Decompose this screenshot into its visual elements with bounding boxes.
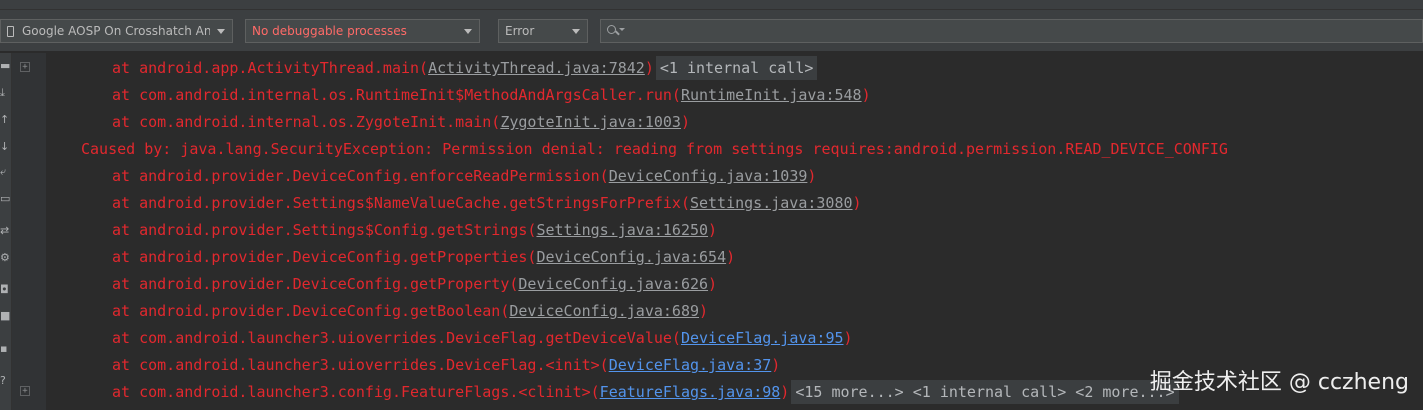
folded-calls-chip[interactable]: <1 internal call> [655, 56, 818, 80]
log-line-text: at android.provider.DeviceConfig.getBool… [112, 302, 510, 320]
log-line: at android.app.ActivityThread.main(Activ… [112, 55, 818, 82]
up-arrow-icon[interactable]: ↑ [0, 114, 10, 126]
log-line-text: ) [780, 383, 790, 401]
side-toolbar: ▬ ⤓ ↑ ↓ ⤶ ▭ ⇄ ⚙ ◘ ■ ▪ ? [0, 53, 12, 410]
log-line-text: at com.android.launcher3.uioverrides.Dev… [112, 356, 609, 374]
source-link[interactable]: DeviceConfig.java:654 [536, 248, 726, 266]
device-selector-label: Google AOSP On Crosshatch An [22, 24, 210, 38]
log-line: at android.provider.DeviceConfig.enforce… [112, 163, 816, 190]
log-line-text: Caused by: java.lang.SecurityException: … [81, 140, 1228, 158]
print-icon[interactable]: ▭ [0, 193, 10, 205]
log-line: at android.provider.Settings$Config.getS… [112, 217, 717, 244]
log-line-text: ) [852, 194, 862, 212]
log-line-text: ) [771, 356, 781, 374]
expand-fold-icon[interactable]: + [20, 62, 30, 72]
restart-icon[interactable]: ⇄ [0, 225, 10, 237]
log-line: at com.android.internal.os.RuntimeInit$M… [112, 82, 871, 109]
log-line: at android.provider.DeviceConfig.getProp… [112, 244, 735, 271]
log-line-caused-by: Caused by: java.lang.SecurityException: … [81, 136, 1228, 163]
log-line: at android.provider.DeviceConfig.getBool… [112, 298, 708, 325]
source-link[interactable]: DeviceFlag.java:37 [609, 356, 772, 374]
trash-icon[interactable]: ▬ [0, 60, 10, 72]
source-link[interactable]: ActivityThread.java:7842 [428, 59, 645, 77]
source-link[interactable]: DeviceConfig.java:626 [518, 275, 708, 293]
log-line-text: at android.provider.DeviceConfig.getProp… [112, 275, 519, 293]
log-line-text: ) [644, 59, 654, 77]
phone-icon [7, 25, 14, 37]
log-line-text: at com.android.launcher3.config.FeatureF… [112, 383, 600, 401]
log-line-text: ) [807, 167, 817, 185]
expand-fold-icon[interactable]: + [20, 386, 30, 396]
scroll-to-end-icon[interactable]: ⤓ [0, 87, 10, 99]
log-line-text: ) [680, 113, 690, 131]
screen-record-icon[interactable]: ■ [0, 310, 10, 322]
log-line-text: at com.android.launcher3.uioverrides.Dev… [112, 329, 681, 347]
chevron-down-icon [457, 20, 479, 42]
source-link[interactable]: Settings.java:3080 [690, 194, 853, 212]
help-icon[interactable]: ? [0, 375, 10, 387]
log-line: at android.provider.DeviceConfig.getProp… [112, 271, 717, 298]
log-line-text: at android.provider.Settings$Config.getS… [112, 221, 537, 239]
log-line: at com.android.launcher3.uioverrides.Dev… [112, 325, 853, 352]
log-line: at com.android.internal.os.ZygoteInit.ma… [112, 109, 690, 136]
log-line-text: ) [726, 248, 736, 266]
source-link[interactable]: ZygoteInit.java:1003 [500, 113, 681, 131]
settings-icon[interactable]: ⚙ [0, 252, 10, 264]
stop-icon[interactable]: ▪ [0, 343, 10, 355]
log-line-text: at android.app.ActivityThread.main( [112, 59, 429, 77]
gutter: + + [12, 53, 46, 410]
process-selector[interactable]: No debuggable processes [245, 19, 480, 43]
down-arrow-icon[interactable]: ↓ [0, 141, 10, 153]
log-line: at com.android.launcher3.config.FeatureF… [112, 379, 1179, 406]
screenshot-icon[interactable]: ◘ [0, 284, 10, 296]
log-line-text: at android.provider.Settings$NameValueCa… [112, 194, 690, 212]
log-output: at android.app.ActivityThread.main(Activ… [46, 53, 1423, 410]
folded-calls-chip[interactable]: <15 more...> <1 internal call> <2 more..… [791, 380, 1179, 404]
source-link[interactable]: FeatureFlags.java:98 [600, 383, 781, 401]
log-line-text: at com.android.internal.os.RuntimeInit$M… [112, 86, 681, 104]
log-line-text: at android.provider.DeviceConfig.getProp… [112, 248, 537, 266]
soft-wrap-icon[interactable]: ⤶ [0, 166, 10, 178]
logcat-window: Google AOSP On Crosshatch An No debuggab… [0, 0, 1423, 410]
log-line-text: ) [699, 302, 709, 320]
log-line-text: at com.android.internal.os.ZygoteInit.ma… [112, 113, 501, 131]
source-link[interactable]: DeviceConfig.java:1039 [609, 167, 808, 185]
source-link[interactable]: Settings.java:16250 [536, 221, 708, 239]
log-line-text: at android.provider.DeviceConfig.enforce… [112, 167, 609, 185]
log-line: at android.provider.Settings$NameValueCa… [112, 190, 862, 217]
log-level-label: Error [505, 24, 535, 38]
chevron-down-icon [210, 20, 232, 42]
chevron-down-icon [565, 20, 587, 42]
device-selector[interactable]: Google AOSP On Crosshatch An [0, 19, 233, 43]
search-icon[interactable] [607, 24, 625, 38]
search-box[interactable] [600, 19, 1423, 43]
log-line-text: ) [843, 329, 853, 347]
process-selector-label: No debuggable processes [252, 24, 407, 38]
logcat-toolbar: Google AOSP On Crosshatch An No debuggab… [0, 10, 1423, 52]
log-line: at com.android.launcher3.uioverrides.Dev… [112, 352, 780, 379]
log-line-text: ) [708, 221, 718, 239]
source-link[interactable]: DeviceConfig.java:689 [509, 302, 699, 320]
log-level-selector[interactable]: Error [498, 19, 588, 43]
watermark: 掘金技术社区 @ cczheng [1149, 370, 1409, 395]
title-strip [0, 0, 1423, 10]
source-link[interactable]: DeviceFlag.java:95 [681, 329, 844, 347]
source-link[interactable]: RuntimeInit.java:548 [681, 86, 862, 104]
log-line-text: ) [861, 86, 871, 104]
search-input[interactable] [623, 20, 1422, 42]
log-line-text: ) [708, 275, 718, 293]
